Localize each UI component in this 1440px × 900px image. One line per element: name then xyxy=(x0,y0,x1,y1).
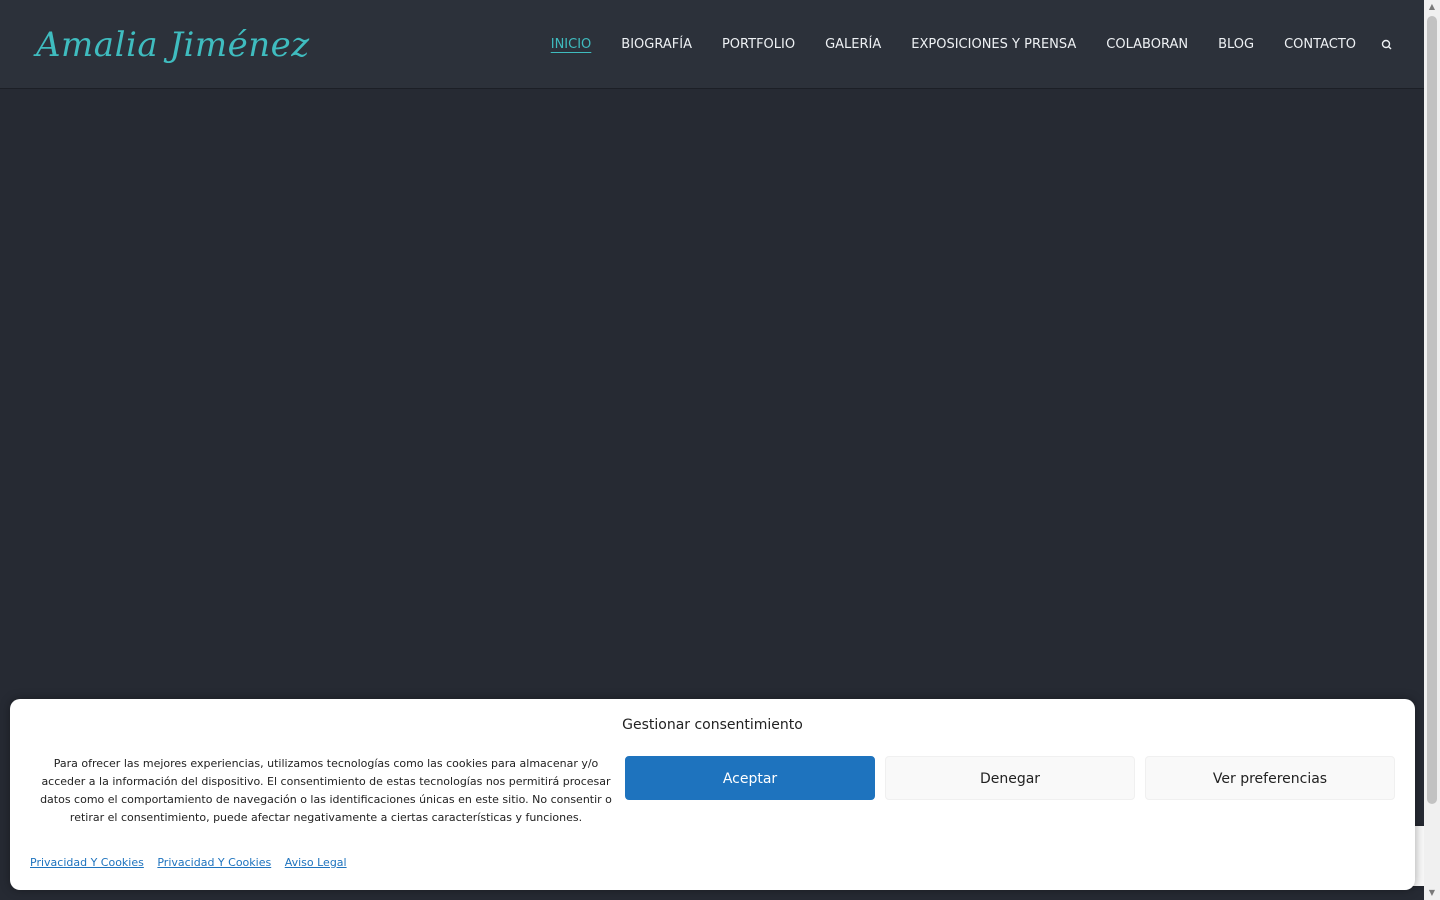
privacy-cookies-link-2[interactable]: Privacidad Y Cookies xyxy=(157,856,271,869)
nav-item-colaboran[interactable]: COLABORAN xyxy=(1106,37,1188,52)
preferences-button[interactable]: Ver preferencias xyxy=(1145,756,1395,800)
main-nav: INICIO BIOGRAFÍA PORTFOLIO GALERÍA EXPOS… xyxy=(521,0,1394,88)
site-header: Amalia Jiménez INICIO BIOGRAFÍA PORTFOLI… xyxy=(0,0,1424,88)
nav-item-biografia[interactable]: BIOGRAFÍA xyxy=(621,37,692,52)
scroll-up-icon[interactable]: ▲ xyxy=(1424,0,1440,14)
nav-item-contacto[interactable]: CONTACTO xyxy=(1284,37,1356,52)
accept-button[interactable]: Aceptar xyxy=(625,756,875,800)
nav-item-portfolio[interactable]: PORTFOLIO xyxy=(722,37,795,52)
scroll-down-icon[interactable]: ▼ xyxy=(1424,886,1440,900)
nav-item-exposiciones[interactable]: EXPOSICIONES Y PRENSA xyxy=(911,37,1076,52)
legal-notice-link[interactable]: Aviso Legal xyxy=(285,856,347,869)
deny-button[interactable]: Denegar xyxy=(885,756,1135,800)
nav-item-galeria[interactable]: GALERÍA xyxy=(825,37,881,52)
site-logo[interactable]: Amalia Jiménez xyxy=(30,14,309,76)
privacy-cookies-link[interactable]: Privacidad Y Cookies xyxy=(30,856,144,869)
cookie-consent-banner: Gestionar consentimiento Para ofrecer la… xyxy=(10,699,1415,890)
cookie-title: Gestionar consentimiento xyxy=(622,717,803,733)
vertical-scrollbar[interactable]: ▲ ▼ xyxy=(1424,0,1440,900)
search-icon[interactable] xyxy=(1380,37,1394,51)
cookie-message: Para ofrecer las mejores experiencias, u… xyxy=(40,757,612,824)
cookie-links: Privacidad Y Cookies Privacidad Y Cookie… xyxy=(30,856,357,869)
scroll-thumb[interactable] xyxy=(1427,16,1437,804)
nav-item-blog[interactable]: BLOG xyxy=(1218,37,1254,52)
nav-item-inicio[interactable]: INICIO xyxy=(551,37,592,52)
logo-text: Amalia Jiménez xyxy=(36,25,310,65)
